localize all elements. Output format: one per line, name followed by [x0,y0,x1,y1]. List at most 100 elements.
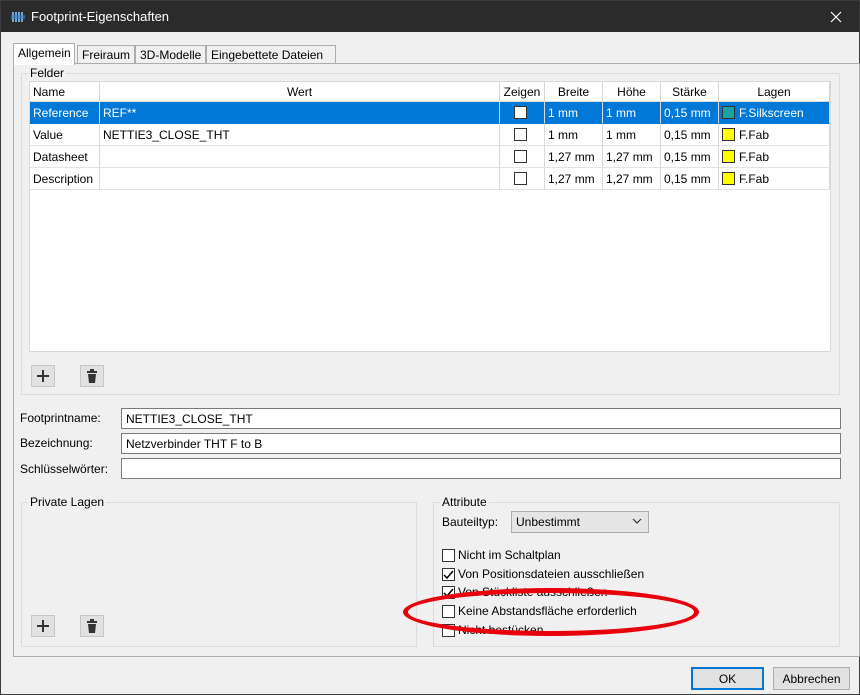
cell-show [500,168,545,190]
table-row[interactable]: Description 1,27 mm 1,27 mm 0,15 mm F.Fa… [30,168,830,190]
not-in-schematic-checkbox[interactable]: Nicht im Schaltplan [442,548,561,562]
no-courtyard-required-checkbox[interactable]: Keine Abstandsfläche erforderlich [442,604,637,618]
fields-group-legend: Felder [28,66,67,80]
delete-private-layer-button[interactable] [80,615,104,637]
close-icon [830,11,842,22]
cell-width[interactable]: 1,27 mm [545,146,603,168]
table-row[interactable]: Reference REF** 1 mm 1 mm 0,15 mm F.Silk… [30,102,830,124]
title-bar: Footprint-Eigenschaften [1,1,859,32]
column-header-layers[interactable]: Lagen [719,82,830,102]
cell-height[interactable]: 1,27 mm [603,168,661,190]
private-layers-legend: Private Lagen [28,495,107,509]
cell-value[interactable] [100,168,500,190]
layer-name: F.Silkscreen [739,105,804,120]
cell-width[interactable]: 1 mm [545,124,603,146]
column-header-height[interactable]: Höhe [603,82,661,102]
checkbox-box[interactable] [442,567,455,581]
cell-show [500,124,545,146]
cell-layer[interactable]: F.Fab [719,146,830,168]
layer-name: F.Fab [739,171,770,186]
do-not-populate-checkbox[interactable]: Nicht bestücken [442,623,543,637]
keywords-label: Schlüsselwörter: [20,462,109,476]
cell-height[interactable]: 1,27 mm [603,146,661,168]
checkbox-box[interactable] [442,623,455,637]
checkbox-label: Nicht im Schaltplan [458,548,561,562]
checkmark-icon [443,588,454,597]
footprint-name-field[interactable]: NETTIE3_CLOSE_THT [121,408,841,429]
layer-color-swatch [722,128,735,141]
delete-field-button[interactable] [80,365,104,387]
component-type-value: Unbestimmt [516,515,581,529]
checkbox-box[interactable] [442,604,455,618]
tab-freiraum[interactable]: Freiraum [77,45,135,65]
checkbox-label: Von Positionsdateien ausschließen [458,567,645,581]
cell-value[interactable]: NETTIE3_CLOSE_THT [100,124,500,146]
close-button[interactable] [813,1,859,32]
cell-thickness[interactable]: 0,15 mm [661,168,719,190]
chevron-down-icon [632,518,642,524]
show-checkbox[interactable] [514,128,527,141]
checkbox-label: Keine Abstandsfläche erforderlich [458,604,637,618]
column-header-name[interactable]: Name [30,82,100,102]
column-header-value[interactable]: Wert [100,82,500,102]
plus-icon [37,370,49,382]
cell-name[interactable]: Description [30,168,100,190]
table-row[interactable]: Datasheet 1,27 mm 1,27 mm 0,15 mm F.Fab [30,146,830,168]
add-field-button[interactable] [31,365,55,387]
window-title: Footprint-Eigenschaften [31,9,170,24]
cell-name[interactable]: Reference [30,102,100,124]
component-type-label: Bauteiltyp: [442,515,499,529]
cell-layer[interactable]: F.Fab [719,124,830,146]
cell-width[interactable]: 1 mm [545,102,603,124]
show-checkbox[interactable] [514,106,527,119]
app-icon [11,10,25,24]
cell-show [500,146,545,168]
footprint-name-label: Footprintname: [20,411,101,425]
description-field[interactable]: Netzverbinder THT F to B [121,433,841,454]
cell-name[interactable]: Datasheet [30,146,100,168]
cell-layer[interactable]: F.Fab [719,168,830,190]
exclude-bom-checkbox[interactable]: Von Stückliste ausschließen [442,585,607,599]
dialog-window: Footprint-Eigenschaften Allgemein Freira… [0,0,860,695]
cell-name[interactable]: Value [30,124,100,146]
description-label: Bezeichnung: [20,436,93,450]
cell-show [500,102,545,124]
show-checkbox[interactable] [514,172,527,185]
layer-name: F.Fab [739,127,770,142]
layer-name: F.Fab [739,149,770,164]
checkbox-label: Nicht bestücken [458,623,544,637]
column-header-width[interactable]: Breite [545,82,603,102]
checkbox-box[interactable] [442,585,455,599]
cell-thickness[interactable]: 0,15 mm [661,124,719,146]
cell-height[interactable]: 1 mm [603,124,661,146]
cancel-button[interactable]: Abbrechen [773,667,850,690]
keywords-field[interactable] [121,458,841,479]
tab-eingebettete-dateien[interactable]: Eingebettete Dateien [206,45,336,65]
add-private-layer-button[interactable] [31,615,55,637]
cell-layer[interactable]: F.Silkscreen [719,102,830,124]
tab-3d-modelle[interactable]: 3D-Modelle [135,45,206,65]
ok-button[interactable]: OK [691,667,764,690]
cell-value[interactable] [100,146,500,168]
show-checkbox[interactable] [514,150,527,163]
cell-thickness[interactable]: 0,15 mm [661,102,719,124]
fields-table: Name Wert Zeigen Breite Höhe Stärke Lage… [29,81,831,352]
checkmark-icon [443,570,454,579]
plus-icon [37,620,49,632]
column-header-thickness[interactable]: Stärke [661,82,719,102]
cell-value[interactable]: REF** [100,102,500,124]
cell-height[interactable]: 1 mm [603,102,661,124]
checkbox-label: Von Stückliste ausschließen [458,585,608,599]
tab-allgemein[interactable]: Allgemein [13,43,75,65]
attributes-legend: Attribute [440,495,489,509]
component-type-select[interactable]: Unbestimmt [511,511,649,533]
table-row[interactable]: Value NETTIE3_CLOSE_THT 1 mm 1 mm 0,15 m… [30,124,830,146]
trash-icon [87,369,97,383]
column-header-show[interactable]: Zeigen [500,82,545,102]
checkbox-box[interactable] [442,548,455,562]
cell-thickness[interactable]: 0,15 mm [661,146,719,168]
exclude-position-files-checkbox[interactable]: Von Positionsdateien ausschließen [442,567,644,581]
layer-color-swatch [722,106,735,119]
layer-color-swatch [722,150,735,163]
cell-width[interactable]: 1,27 mm [545,168,603,190]
